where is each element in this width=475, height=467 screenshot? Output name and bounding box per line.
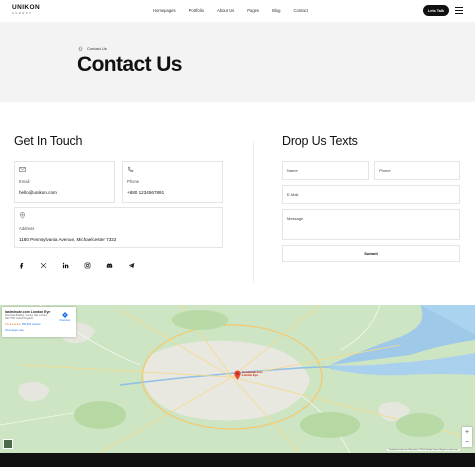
nav-item-homepages[interactable]: Homepages bbox=[153, 8, 176, 13]
breadcrumb: Contact Us bbox=[78, 46, 107, 51]
message-textarea[interactable] bbox=[282, 209, 460, 240]
satellite-toggle[interactable] bbox=[3, 439, 13, 449]
drop-us-texts-title: Drop Us Texts bbox=[282, 134, 358, 148]
telegram-icon[interactable] bbox=[124, 258, 138, 272]
footer bbox=[0, 453, 475, 467]
directions-icon bbox=[62, 312, 68, 318]
phone-value[interactable]: +880 1234567891 bbox=[127, 190, 164, 195]
map-zoom-controls: + − bbox=[462, 427, 472, 447]
nav-item-blog[interactable]: Blog bbox=[272, 8, 280, 13]
address-card: Address 1180 Pennsylvania Avenue, Michae… bbox=[14, 207, 223, 248]
map-attribution[interactable]: Keyboard shortcuts Map data ©2024 Google… bbox=[387, 449, 460, 451]
logo-text: UNIKON bbox=[12, 4, 41, 11]
main-nav: Homepages Portfolio About Us Pages Blog … bbox=[153, 8, 321, 13]
section-divider bbox=[253, 142, 254, 282]
social-links bbox=[14, 258, 146, 272]
discord-icon[interactable] bbox=[102, 258, 116, 272]
zoom-in-button[interactable]: + bbox=[465, 429, 469, 436]
zoom-out-button[interactable]: − bbox=[465, 439, 469, 446]
nav-item-portfolio[interactable]: Portfolio bbox=[189, 8, 204, 13]
directions-label: Directions bbox=[59, 319, 71, 322]
place-address: Riverside Building, County Hall, London … bbox=[5, 314, 48, 320]
hamburger-icon[interactable] bbox=[455, 7, 463, 14]
phone-icon bbox=[127, 166, 134, 172]
phone-card: Phone +880 1234567891 bbox=[122, 161, 223, 203]
phone-input[interactable] bbox=[374, 161, 460, 180]
nav-item-about-us[interactable]: About Us bbox=[217, 8, 234, 13]
instagram-icon[interactable] bbox=[80, 258, 94, 272]
breadcrumb-current: Contact Us bbox=[87, 46, 107, 51]
page-title: Contact Us bbox=[77, 53, 182, 76]
linkedin-icon[interactable] bbox=[58, 258, 72, 272]
view-larger-map-link[interactable]: View larger map bbox=[5, 329, 24, 332]
map-pin-icon bbox=[20, 212, 25, 219]
email-card: Email hello@unikon.com bbox=[14, 161, 115, 203]
logo[interactable]: UNIKON AGENCY bbox=[12, 4, 41, 15]
directions-button[interactable]: Directions bbox=[57, 312, 73, 322]
logo-subtext: AGENCY bbox=[12, 11, 33, 15]
mail-icon bbox=[19, 167, 26, 172]
page-banner: Contact Us Contact Us bbox=[0, 22, 475, 102]
name-input[interactable] bbox=[282, 161, 369, 180]
home-icon[interactable] bbox=[78, 46, 83, 51]
site-header: UNIKON AGENCY Homepages Portfolio About … bbox=[0, 0, 475, 22]
submit-button[interactable]: Submit bbox=[282, 245, 460, 262]
pin-label: lastminute.com London Eye bbox=[242, 370, 263, 378]
rating-value: 4.5 ★★★★★ bbox=[5, 323, 21, 326]
x-icon[interactable] bbox=[36, 258, 50, 272]
reviews-link[interactable]: 250,501 reviews bbox=[22, 323, 41, 326]
map-pin-marker[interactable] bbox=[234, 370, 241, 380]
facebook-icon[interactable] bbox=[14, 258, 28, 272]
email-value[interactable]: hello@unikon.com bbox=[19, 190, 57, 195]
address-value: 1180 Pennsylvania Avenue, Michaelcester … bbox=[19, 237, 117, 242]
nav-item-contact[interactable]: Contact bbox=[293, 8, 307, 13]
email-label: Email bbox=[19, 179, 30, 184]
nav-item-pages[interactable]: Pages bbox=[247, 8, 259, 13]
address-label: Address bbox=[19, 226, 35, 231]
get-in-touch-title: Get In Touch bbox=[14, 134, 83, 148]
place-rating: 4.5 ★★★★★ 250,501 reviews bbox=[5, 323, 41, 326]
email-input[interactable] bbox=[282, 185, 460, 204]
map-info-card: lastminute.com London Eye Riverside Buil… bbox=[2, 307, 76, 337]
lets-talk-button[interactable]: Lets Talk bbox=[423, 5, 449, 16]
phone-label: Phone bbox=[127, 179, 140, 184]
